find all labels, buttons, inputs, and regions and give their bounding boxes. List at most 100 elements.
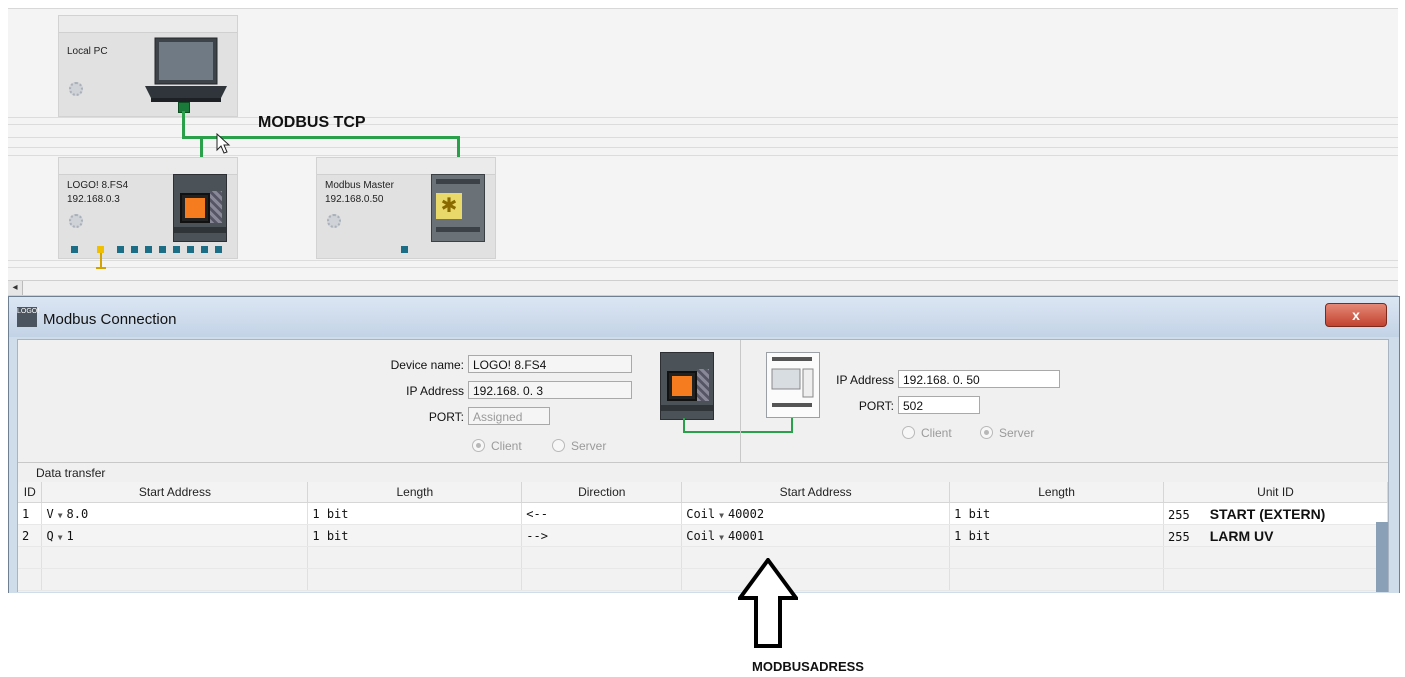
unit-id-cell[interactable]: 255 LARM UV: [1163, 524, 1388, 547]
remote-ip-field[interactable]: 192.168. 0. 50: [898, 370, 1060, 388]
remote-length-cell[interactable]: 1 bit: [949, 502, 1165, 525]
dialog-content: Device name: LOGO! 8.FS4 IP Address 192.…: [17, 339, 1389, 592]
server-radio[interactable]: [552, 439, 565, 452]
mouse-cursor-icon: [216, 133, 231, 154]
ip-address-field[interactable]: 192.168. 0. 3: [468, 381, 632, 399]
column-header[interactable]: Start Address: [681, 482, 951, 503]
column-header[interactable]: Length: [307, 482, 523, 503]
local-address-cell[interactable]: V ▼ 8.0: [41, 502, 309, 525]
settings-gear-icon[interactable]: [327, 214, 341, 228]
direction-cell[interactable]: -->: [521, 524, 683, 547]
section-divider: [18, 462, 1388, 463]
remote-server-label: Server: [999, 426, 1035, 440]
device-name-label: Device name:: [390, 358, 464, 372]
length-cell[interactable]: 1 bit: [307, 524, 523, 547]
app-logo-icon: LOGO!: [17, 307, 39, 327]
remote-address-cell[interactable]: Coil ▼ 40001: [681, 524, 951, 547]
dropdown-arrow-icon[interactable]: ▼: [58, 511, 63, 520]
local-type: V: [46, 506, 54, 521]
network-view: Local PC MODBUS TCP LOGO! 8.FS4 192.168.…: [8, 8, 1398, 281]
network-wire: [182, 111, 185, 138]
local-pc-label: Local PC: [67, 46, 108, 57]
column-header[interactable]: Direction: [521, 482, 683, 503]
ip-address-label: IP Address: [406, 384, 464, 398]
signal-annotation: START (EXTERN): [1209, 505, 1326, 522]
plc-icon: [660, 352, 714, 420]
unit-id-cell[interactable]: 255 START (EXTERN): [1163, 502, 1388, 525]
client-radio[interactable]: [472, 439, 485, 452]
direction-cell[interactable]: <--: [521, 502, 683, 525]
server-radio-label: Server: [571, 439, 607, 453]
io-port[interactable]: [173, 246, 180, 253]
table-header: ID Start Address Length Direction Start …: [18, 482, 1388, 503]
device-name-field[interactable]: LOGO! 8.FS4: [468, 355, 632, 373]
device-header: [317, 158, 495, 175]
local-address: 1: [66, 528, 74, 543]
divider: [8, 155, 1398, 156]
column-header[interactable]: Unit ID: [1163, 482, 1388, 503]
modbus-master-ip: 192.168.0.50: [325, 194, 384, 205]
dropdown-arrow-icon[interactable]: ▼: [719, 511, 724, 520]
port-label: PORT:: [428, 410, 464, 424]
local-address: 8.0: [66, 506, 89, 521]
remote-address-cell[interactable]: Coil ▼ 40002: [681, 502, 951, 525]
io-port[interactable]: [117, 246, 124, 253]
unit-id: 255: [1168, 529, 1190, 544]
port-field[interactable]: Assigned: [468, 407, 550, 425]
dropdown-arrow-icon[interactable]: ▼: [719, 533, 724, 542]
settings-gear-icon[interactable]: [69, 82, 83, 96]
length-cell[interactable]: 1 bit: [307, 502, 523, 525]
signal-annotation: LARM UV: [1209, 527, 1274, 544]
horizontal-scrollbar[interactable]: ◂: [8, 280, 1398, 296]
dialog-title-bar[interactable]: LOGO! Modbus Connection x: [9, 297, 1399, 337]
column-header[interactable]: Start Address: [41, 482, 309, 503]
io-port[interactable]: [187, 246, 194, 253]
device-header: [59, 16, 237, 33]
table-row-empty[interactable]: [18, 568, 1388, 591]
io-port[interactable]: [215, 246, 222, 253]
remote-ip-label: IP Address: [836, 373, 894, 387]
vertical-scrollbar[interactable]: [1376, 522, 1388, 592]
io-port-active[interactable]: [97, 246, 104, 253]
divider: [8, 267, 1398, 268]
client-radio-label: Client: [491, 439, 522, 453]
divider: [8, 124, 1398, 125]
table-row-empty[interactable]: [18, 546, 1388, 569]
io-port[interactable]: [131, 246, 138, 253]
column-header[interactable]: Length: [949, 482, 1165, 503]
plc-icon: [173, 174, 227, 242]
remote-server-radio[interactable]: [980, 426, 993, 439]
divider: [8, 117, 1398, 118]
io-port[interactable]: [71, 246, 78, 253]
modbus-connection-dialog: LOGO! Modbus Connection x Device name: L…: [8, 296, 1400, 593]
table-row[interactable]: 1 V ▼ 8.0 1 bit <-- Coil ▼ 40002 1 bit 255 ST…: [18, 502, 1388, 525]
connection-label: MODBUS TCP: [258, 114, 366, 131]
io-port[interactable]: [159, 246, 166, 253]
modbus-device-icon: ✱: [431, 174, 485, 242]
remote-client-radio[interactable]: [902, 426, 915, 439]
remote-type: Coil: [686, 506, 716, 521]
unit-id: 255: [1168, 507, 1190, 522]
io-connector: [96, 267, 106, 269]
remote-port-field[interactable]: 502: [898, 396, 980, 414]
remote-length-cell[interactable]: 1 bit: [949, 524, 1165, 547]
logo-device[interactable]: LOGO! 8.FS4 192.168.0.3: [58, 157, 238, 259]
remote-address: 40001: [727, 528, 765, 543]
row-id: 1: [18, 502, 43, 525]
io-port[interactable]: [201, 246, 208, 253]
remote-client-label: Client: [921, 426, 952, 440]
table-row[interactable]: 2 Q ▼ 1 1 bit --> Coil ▼ 40001 1 bit 255 LARM…: [18, 524, 1388, 547]
connection-line: [683, 418, 793, 433]
dropdown-arrow-icon[interactable]: ▼: [58, 533, 63, 542]
io-port[interactable]: [401, 246, 408, 253]
column-header[interactable]: ID: [18, 482, 43, 503]
annotation-caption: MODBUSADRESS: [752, 659, 864, 674]
local-address-cell[interactable]: Q ▼ 1: [41, 524, 309, 547]
settings-gear-icon[interactable]: [69, 214, 83, 228]
io-port[interactable]: [145, 246, 152, 253]
local-pc-device[interactable]: Local PC: [58, 15, 238, 117]
data-transfer-label: Data transfer: [36, 466, 106, 480]
modbus-master-device[interactable]: Modbus Master 192.168.0.50 ✱: [316, 157, 496, 259]
close-button[interactable]: x: [1325, 303, 1387, 327]
scroll-left-icon[interactable]: ◂: [8, 281, 23, 295]
